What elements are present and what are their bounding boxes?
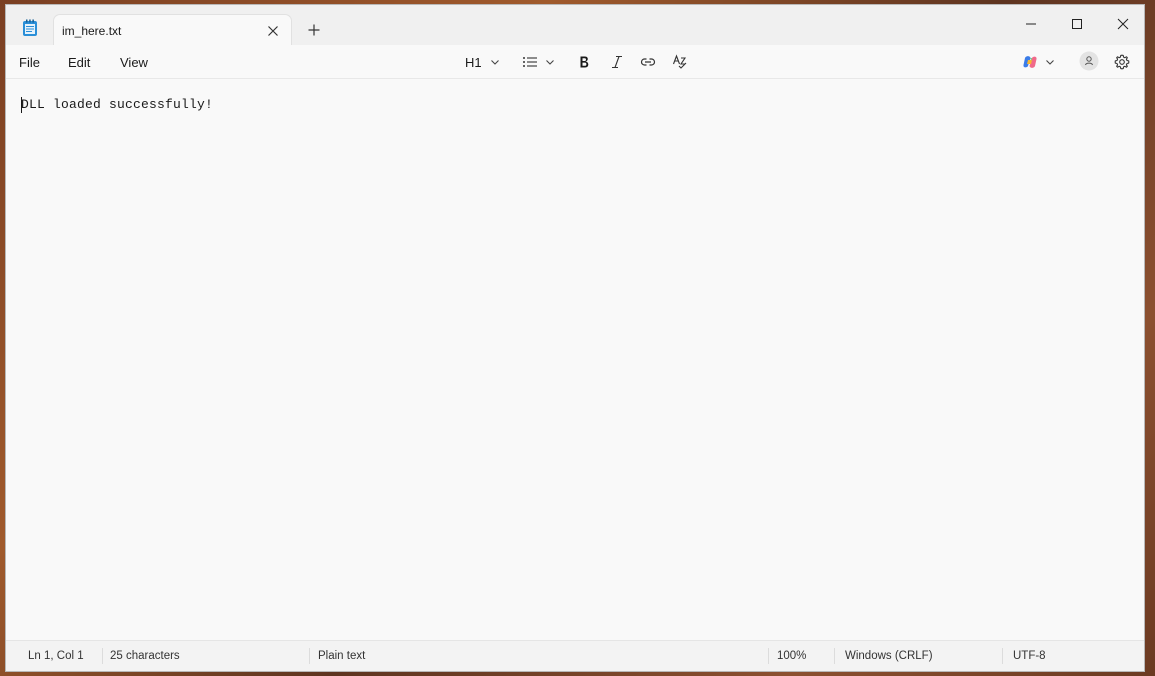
list-icon [522,55,538,69]
account-button[interactable] [1079,51,1099,71]
text-format[interactable]: Plain text [318,650,365,662]
character-count: 25 characters [110,650,180,662]
settings-button[interactable] [1114,53,1130,71]
gear-icon [1114,54,1130,70]
minimize-icon[interactable] [1008,11,1054,37]
italic-icon [610,55,624,69]
account-icon [1079,51,1099,71]
notepad-icon [22,19,38,37]
notepad-window: im_here.txt File Edit View H1 DLL loaded… [5,4,1145,672]
text-caret [21,97,22,113]
copilot-icon [1022,54,1038,70]
spellcheck-icon [672,54,688,70]
chevron-down-icon [545,57,555,67]
editor-content: DLL loaded successfully! [21,97,214,112]
bold-button[interactable] [577,53,591,71]
spellcheck-button[interactable] [672,53,688,71]
status-bar: Ln 1, Col 1 25 characters Plain text 100… [6,640,1144,671]
bold-icon [577,55,591,69]
menu-edit[interactable]: Edit [68,55,90,70]
link-button[interactable] [640,53,656,71]
status-divider [768,648,769,664]
plus-icon[interactable] [307,23,321,37]
encoding[interactable]: UTF-8 [1013,650,1046,662]
chevron-down-icon [1045,57,1055,67]
tab-title: im_here.txt [62,24,122,38]
status-divider [102,648,103,664]
italic-button[interactable] [610,53,624,71]
heading-dropdown[interactable]: H1 [465,53,500,71]
title-bar: im_here.txt [6,5,1144,45]
heading-label: H1 [465,54,482,70]
zoom-level[interactable]: 100% [777,650,806,662]
tab-im-here[interactable]: im_here.txt [53,14,292,45]
maximize-icon[interactable] [1054,11,1100,37]
text-editor[interactable]: DLL loaded successfully! [6,79,1144,641]
window-close-icon[interactable] [1100,11,1144,37]
menu-view[interactable]: View [120,55,148,70]
status-divider [1002,648,1003,664]
menu-file[interactable]: File [19,55,40,70]
line-ending[interactable]: Windows (CRLF) [845,650,933,662]
chevron-down-icon [490,57,500,67]
close-icon[interactable] [267,24,279,36]
list-dropdown[interactable] [522,53,555,71]
menu-bar: File Edit View H1 [6,45,1144,79]
link-icon [640,55,656,69]
cursor-position[interactable]: Ln 1, Col 1 [28,650,84,662]
copilot-dropdown[interactable] [1022,53,1055,71]
status-divider [309,648,310,664]
status-divider [834,648,835,664]
